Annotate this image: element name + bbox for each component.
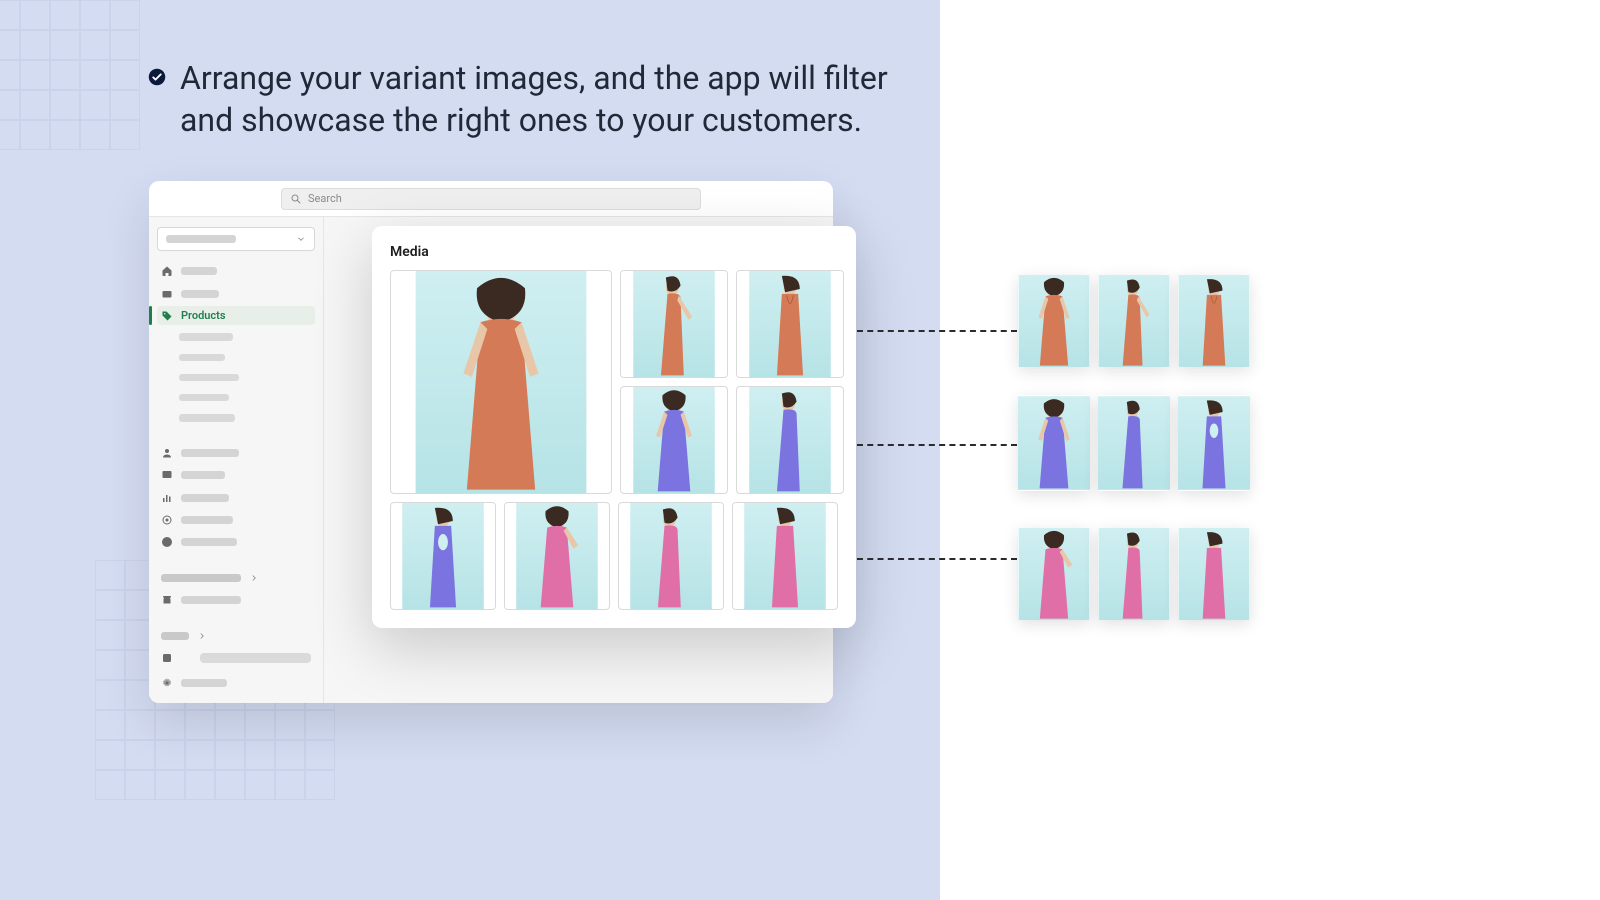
store-selector[interactable] <box>157 227 315 251</box>
connector-line <box>857 444 1017 446</box>
chevron-right-icon <box>249 573 259 583</box>
media-thumb[interactable] <box>390 502 496 610</box>
sidebar-item-customers[interactable] <box>157 444 315 463</box>
decor-grid-top-left <box>0 0 140 150</box>
sidebar-item-discounts[interactable] <box>157 532 315 551</box>
result-thumb <box>1018 275 1090 367</box>
headline-row: Arrange your variant images, and the app… <box>148 58 908 141</box>
result-thumb <box>1098 395 1170 491</box>
gear-icon <box>161 677 173 689</box>
home-icon <box>161 265 173 277</box>
media-thumb[interactable] <box>732 502 838 610</box>
target-icon <box>161 514 173 526</box>
variant-result-group-pink <box>1018 528 1250 620</box>
media-panel-title: Media <box>390 244 838 260</box>
result-thumb <box>1178 528 1250 620</box>
bars-icon <box>161 492 173 504</box>
person-icon <box>161 447 173 459</box>
result-thumb <box>1178 275 1250 367</box>
result-thumb <box>1098 528 1170 620</box>
sidebar-section-sales[interactable] <box>157 568 315 587</box>
result-thumb <box>1098 275 1170 367</box>
variant-result-group-orange <box>1018 275 1250 367</box>
media-thumb[interactable] <box>618 502 724 610</box>
media-thumb[interactable] <box>620 386 728 494</box>
inbox-icon <box>161 288 173 300</box>
image-icon <box>161 469 173 481</box>
media-thumb[interactable] <box>620 270 728 378</box>
headline-text: Arrange your variant images, and the app… <box>180 58 908 141</box>
media-thumb[interactable] <box>736 386 844 494</box>
media-thumb-primary[interactable] <box>390 270 612 494</box>
result-thumb <box>1018 528 1090 620</box>
percent-icon <box>161 536 173 548</box>
app-icon <box>161 652 173 664</box>
media-thumb[interactable] <box>504 502 610 610</box>
chevron-right-icon <box>197 631 207 641</box>
media-panel: Media <box>372 226 856 628</box>
sidebar-item-analytics[interactable] <box>157 488 315 507</box>
variant-result-group-purple <box>1018 395 1250 491</box>
tag-icon <box>161 310 173 322</box>
sidebar-item-orders[interactable] <box>157 284 315 303</box>
admin-sidebar: Products <box>149 217 324 703</box>
connector-line <box>857 330 1017 332</box>
sidebar-section-apps[interactable] <box>157 627 315 646</box>
search-placeholder: Search <box>308 192 342 205</box>
sidebar-item-content[interactable] <box>157 466 315 485</box>
sidebar-item-app[interactable] <box>157 649 315 668</box>
search-icon <box>290 193 302 205</box>
sidebar-item-home[interactable] <box>157 262 315 281</box>
admin-topbar: Search <box>149 181 833 217</box>
chevron-down-icon <box>296 234 306 244</box>
media-thumb[interactable] <box>736 270 844 378</box>
sidebar-item-store[interactable] <box>157 591 315 610</box>
sidebar-item-settings[interactable] <box>157 674 315 693</box>
sidebar-item-products[interactable]: Products <box>157 306 315 325</box>
result-thumb <box>1178 395 1250 491</box>
result-thumb <box>1018 395 1090 491</box>
check-circle-icon <box>148 68 166 90</box>
sidebar-item-marketing[interactable] <box>157 510 315 529</box>
sidebar-item-label: Products <box>181 309 226 322</box>
admin-search-field[interactable]: Search <box>281 188 701 210</box>
connector-line <box>857 558 1017 560</box>
store-icon <box>161 594 173 606</box>
